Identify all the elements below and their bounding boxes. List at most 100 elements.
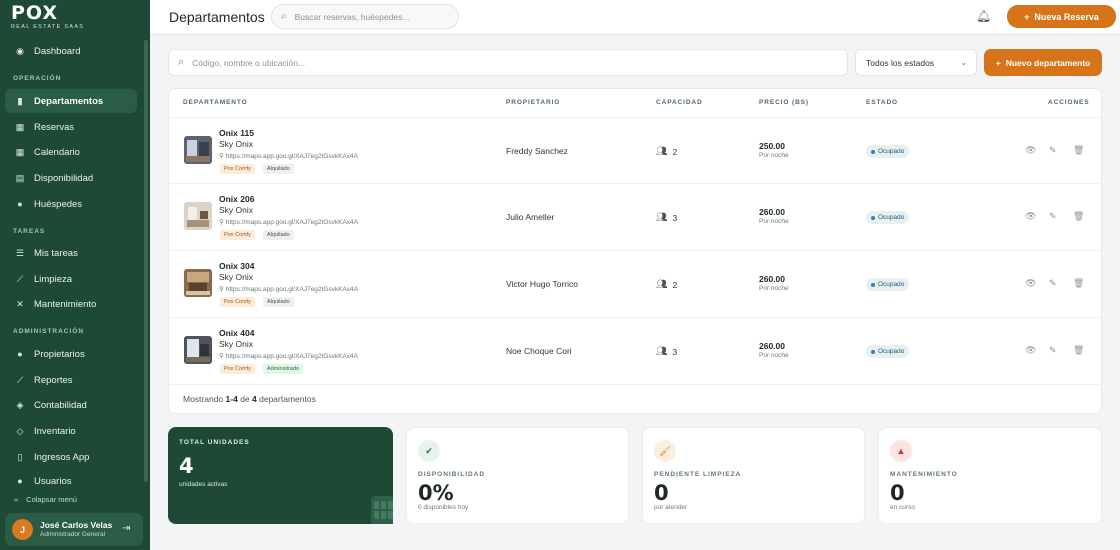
brand-tag: Pox Comfy bbox=[220, 230, 255, 240]
global-search-input[interactable] bbox=[294, 11, 445, 22]
capacity-value: 3 bbox=[672, 212, 678, 223]
tools-icon: ✕ bbox=[16, 298, 24, 309]
sidebar-item-limpieza[interactable]: ⟋ Limpieza bbox=[5, 267, 137, 291]
calendar-check-icon: ▦ bbox=[15, 121, 25, 132]
view-icon[interactable]: 👁︎ bbox=[1025, 345, 1036, 356]
pagination-summary: Mostrando 1-4 de 4 departamentos bbox=[183, 394, 316, 404]
sidebar-item-disponibilidad[interactable]: ▤ Disponibilidad bbox=[5, 166, 137, 190]
sidebar-item-label: Disponibilidad bbox=[34, 172, 94, 184]
edit-icon[interactable]: ✎ bbox=[1049, 278, 1057, 289]
departments-table: DEPARTAMENTO PROPIETARIO CAPACIDAD PRECI… bbox=[168, 88, 1102, 414]
department-location[interactable]: ⚲ https://maps.app.goo.gl/XAJ7eg2tGsvkKAx… bbox=[219, 152, 358, 160]
column-header[interactable]: ESTADO bbox=[866, 99, 898, 106]
bell-icon[interactable]: 🔔︎ bbox=[976, 9, 991, 23]
department-name[interactable]: Onix 115 bbox=[219, 128, 254, 138]
grid-icon: ▤ bbox=[15, 172, 25, 183]
sidebar-item-calendario[interactable]: ▦ Calendario bbox=[5, 140, 137, 164]
sidebar-item-inventario[interactable]: ◇ Inventario bbox=[5, 419, 137, 443]
building-icon: ▮ bbox=[17, 95, 23, 106]
user-card[interactable]: J José Carlos Velasco Administrador Gene… bbox=[5, 513, 143, 546]
user-role: Administrador General bbox=[40, 531, 106, 538]
owner-name: Noe Choque Cori bbox=[506, 346, 572, 356]
edit-icon[interactable]: ✎ bbox=[1049, 345, 1057, 356]
status-tag: Alquilado bbox=[263, 297, 294, 307]
department-building: Sky Onix bbox=[219, 139, 254, 149]
column-header[interactable]: ACCIONES bbox=[1048, 99, 1090, 106]
sidebar: POX REAL ESTATE SAAS ◉ Dashboard OPERACI… bbox=[0, 0, 150, 550]
department-name[interactable]: Onix 304 bbox=[219, 261, 254, 271]
department-name[interactable]: Onix 404 bbox=[219, 328, 254, 338]
status-badge: Ocupado bbox=[866, 278, 910, 291]
stat-value: 0 bbox=[654, 481, 669, 505]
stat-label: MANTENIMIENTO bbox=[890, 471, 958, 478]
logo-subtitle: REAL ESTATE SAAS bbox=[11, 24, 85, 30]
sidebar-item-label: Usuarios bbox=[34, 476, 72, 485]
status-badge-label: Ocupado bbox=[878, 281, 905, 288]
department-location[interactable]: ⚲ https://maps.app.goo.gl/XAJ7eg2tGsvkKAx… bbox=[219, 218, 358, 226]
phone-icon: ▯ bbox=[17, 451, 23, 462]
status-badge-label: Ocupado bbox=[878, 148, 905, 155]
new-reservation-label: Nueva Reserva bbox=[1034, 11, 1099, 22]
delete-icon[interactable]: 🗑︎ bbox=[1073, 278, 1084, 289]
brand-logo[interactable]: POX REAL ESTATE SAAS bbox=[11, 2, 85, 31]
user-name: José Carlos Velasco bbox=[40, 520, 112, 530]
view-icon[interactable]: 👁︎ bbox=[1025, 145, 1036, 156]
sidebar-item-mis-tareas[interactable]: ☰ Mis tareas bbox=[5, 241, 137, 265]
sidebar-item-huespedes[interactable]: ● Huéspedes bbox=[5, 192, 137, 216]
table-row[interactable]: Onix 404 Sky Onix ⚲ https://maps.app.goo.… bbox=[169, 318, 1101, 385]
users-icon: 👥︎ bbox=[656, 279, 668, 289]
sidebar-item-propietarios[interactable]: ● Propietarios bbox=[5, 342, 137, 366]
edit-icon[interactable]: ✎ bbox=[1049, 145, 1057, 156]
sidebar-scrollbar[interactable] bbox=[144, 40, 148, 482]
grid-decoration-icon bbox=[371, 496, 393, 524]
collapse-menu-button[interactable]: « Colapsar menú bbox=[14, 495, 77, 504]
department-search-input[interactable] bbox=[192, 57, 793, 68]
brand-tag: Pox Comfy bbox=[220, 164, 255, 174]
users-icon: 👥︎ bbox=[656, 212, 668, 222]
sidebar-item-reportes[interactable]: ⟋ Reportes bbox=[5, 368, 137, 392]
stat-maintenance: ▲ MANTENIMIENTO 0 en curso bbox=[878, 427, 1102, 524]
department-search[interactable]: ⌕ bbox=[168, 49, 848, 76]
department-location[interactable]: ⚲ https://maps.app.goo.gl/XAJ7eg2tGsvkKAx… bbox=[219, 352, 358, 360]
sidebar-item-dashboard[interactable]: ◉ Dashboard bbox=[5, 39, 137, 63]
column-header[interactable]: CAPACIDAD bbox=[656, 99, 703, 106]
table-row[interactable]: Onix 206 Sky Onix ⚲ https://maps.app.goo.… bbox=[169, 184, 1101, 251]
department-name[interactable]: Onix 206 bbox=[219, 194, 254, 204]
delete-icon[interactable]: 🗑︎ bbox=[1073, 345, 1084, 356]
double-chevron-left-icon: « bbox=[14, 495, 19, 504]
stat-sub: por atender bbox=[654, 504, 688, 511]
avatar: J bbox=[12, 519, 33, 540]
column-header[interactable]: PRECIO (BS) bbox=[759, 99, 809, 106]
status-dot bbox=[871, 149, 875, 154]
column-header[interactable]: PROPIETARIO bbox=[506, 99, 560, 106]
stat-value: 4 bbox=[179, 454, 194, 478]
department-location[interactable]: ⚲ https://maps.app.goo.gl/XAJ7eg2tGsvkKAx… bbox=[219, 285, 358, 293]
delete-icon[interactable]: 🗑︎ bbox=[1073, 145, 1084, 156]
sidebar-item-label: Limpieza bbox=[34, 273, 73, 285]
column-header[interactable]: DEPARTAMENTO bbox=[183, 99, 248, 106]
sidebar-item-reservas[interactable]: ▦ Reservas bbox=[5, 115, 137, 139]
sidebar-item-mantenimiento[interactable]: ✕ Mantenimiento bbox=[5, 292, 137, 316]
users-icon: ● bbox=[17, 199, 23, 209]
sidebar-item-departamentos[interactable]: ▮ Departamentos bbox=[5, 89, 137, 113]
table-row[interactable]: Onix 304 Sky Onix ⚲ https://maps.app.goo.… bbox=[169, 251, 1101, 318]
global-search[interactable]: ⌕ bbox=[271, 4, 459, 29]
table-row[interactable]: Onix 115 Sky Onix ⚲ https://maps.app.goo.… bbox=[169, 117, 1101, 184]
new-department-button[interactable]: + Nuevo departamento bbox=[984, 49, 1102, 76]
edit-icon[interactable]: ✎ bbox=[1049, 211, 1057, 222]
sidebar-item-contabilidad[interactable]: ◈ Contabilidad bbox=[5, 393, 137, 417]
view-icon[interactable]: 👁︎ bbox=[1025, 278, 1036, 289]
logout-icon[interactable]: ⇥ bbox=[122, 523, 130, 534]
delete-icon[interactable]: 🗑︎ bbox=[1073, 211, 1084, 222]
list-icon: ☰ bbox=[15, 247, 25, 258]
view-icon[interactable]: 👁︎ bbox=[1025, 211, 1036, 222]
status-dot bbox=[871, 282, 875, 287]
stat-total-units: TOTAL UNIDADES 4 unidades activas bbox=[168, 427, 393, 524]
sidebar-item-label: Dashboard bbox=[34, 45, 81, 57]
logo-text: POX bbox=[11, 2, 59, 24]
sidebar-item-ingresos-app[interactable]: ▯ Ingresos App bbox=[5, 445, 137, 469]
status-filter-select[interactable]: Todos los estados ⌄ bbox=[855, 49, 977, 76]
section-tareas: TAREAS bbox=[13, 228, 46, 235]
new-reservation-button[interactable]: + Nueva Reserva bbox=[1007, 5, 1116, 28]
sidebar-item-usuarios[interactable]: ● Usuarios bbox=[5, 471, 137, 485]
